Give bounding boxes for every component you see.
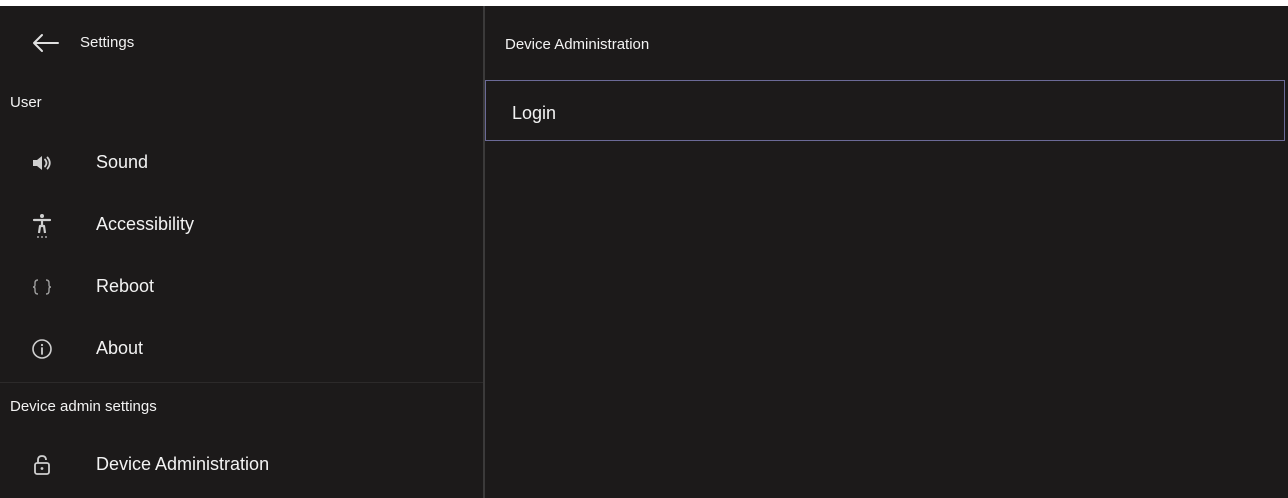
sidebar: Settings User Sound Accessibility Reboot… [0, 6, 483, 498]
sidebar-item-label: Device Administration [96, 454, 270, 474]
section-label-user: User [10, 94, 42, 111]
login-label: Login [512, 103, 557, 123]
sidebar-header: Settings [0, 6, 483, 80]
sidebar-title: Settings [80, 34, 135, 51]
sidebar-item-label: Sound [96, 152, 149, 172]
page-title: Device Administration [505, 36, 650, 53]
accessibility-icon [30, 213, 54, 238]
sidebar-item-label: Reboot [96, 276, 155, 296]
sidebar-item-reboot[interactable]: Reboot [0, 256, 483, 318]
sidebar-item-accessibility[interactable]: Accessibility [0, 194, 483, 256]
sidebar-item-label: About [96, 338, 144, 358]
back-button[interactable] [28, 30, 62, 56]
settings-screen: Settings User Sound Accessibility Reboot… [0, 6, 1288, 498]
arrow-left-icon [33, 34, 59, 52]
main-pane: Device Administration Login [485, 6, 1288, 498]
section-divider [0, 382, 483, 383]
speaker-icon [30, 151, 54, 175]
sidebar-item-label: Accessibility [96, 214, 195, 234]
sidebar-item-about[interactable]: About [0, 318, 483, 380]
sidebar-item-sound[interactable]: Sound [0, 132, 483, 194]
sidebar-item-device-administration[interactable]: Device Administration [0, 434, 483, 496]
lock-icon [30, 453, 54, 477]
section-label-device-admin: Device admin settings [10, 398, 157, 415]
info-icon [30, 337, 54, 361]
login-item[interactable]: Login [485, 80, 1285, 141]
braces-icon [30, 275, 54, 299]
